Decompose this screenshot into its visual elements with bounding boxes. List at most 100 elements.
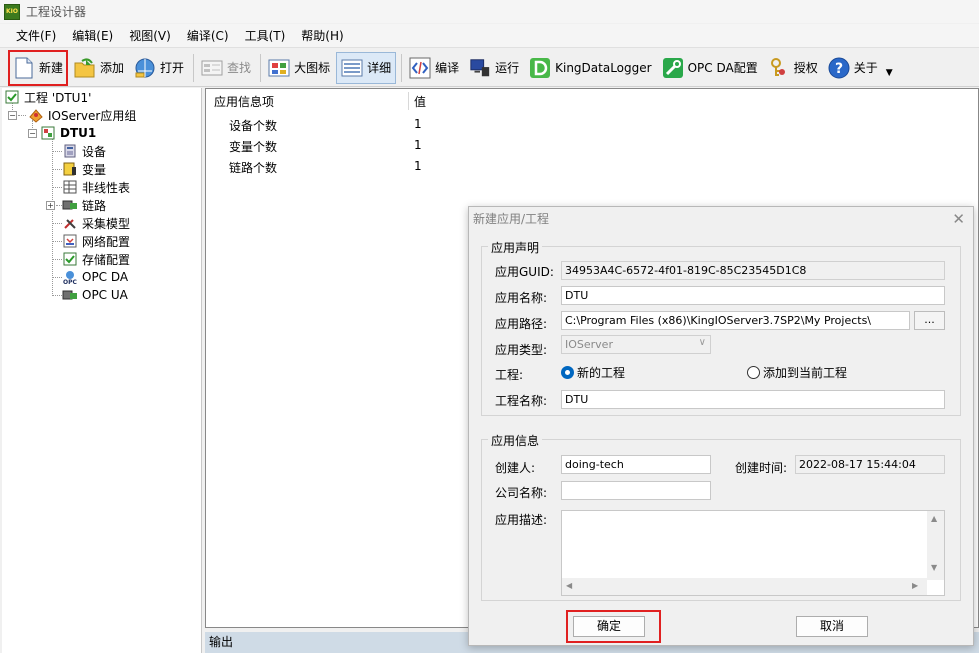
radio-add-to-project[interactable]: 添加到当前工程: [747, 364, 847, 381]
guid-field[interactable]: 34953A4C-6572-4f01-819C-85C23545D1C8: [561, 261, 945, 280]
large-icons-icon: [268, 57, 290, 79]
info-row-name: 链路个数: [229, 161, 278, 175]
tree-item-collection-model[interactable]: 采集模型: [52, 214, 130, 232]
collapse-icon[interactable]: −: [8, 110, 17, 120]
tree-item-label: 变量: [82, 162, 107, 177]
toolbar-separator: [260, 53, 262, 82]
project-tree: 工程 'DTU1' − IOServer应用组 − DTU1 设备 变量 非线性…: [2, 88, 202, 653]
tree-item-device[interactable]: 设备: [52, 142, 106, 160]
tree-project[interactable]: 工程 'DTU1': [4, 88, 91, 106]
project-name-label: 工程名称:: [495, 394, 548, 408]
menu-tools[interactable]: 工具(T): [237, 24, 294, 48]
close-icon[interactable]: ✕: [952, 210, 965, 228]
app-path-input[interactable]: C:\Program Files (x86)\KingIOServer3.7SP…: [561, 311, 910, 330]
info-header-name[interactable]: 应用信息项: [214, 93, 274, 113]
scroll-down-icon[interactable]: ▼: [931, 563, 937, 572]
scroll-right-icon[interactable]: ▶: [912, 581, 918, 590]
column-divider[interactable]: [408, 92, 409, 110]
scroll-left-icon[interactable]: ◀: [566, 581, 572, 590]
new-app-dialog: 新建应用/工程 ✕ 应用声明 应用GUID: 34953A4C-6572-4f0…: [468, 206, 974, 646]
created-time-label: 创建时间:: [735, 461, 788, 475]
details-list-icon: [341, 57, 363, 79]
opc-icon: OPC: [62, 269, 78, 285]
description-textarea[interactable]: ▲ ▼ ◀ ▶: [561, 510, 945, 596]
run-button[interactable]: 运行: [465, 52, 523, 84]
open-button[interactable]: 打开: [130, 52, 188, 84]
find-button[interactable]: 查找: [197, 52, 255, 84]
tree-item-label: 存储配置: [82, 252, 131, 267]
tree-group[interactable]: − IOServer应用组: [8, 106, 136, 124]
new-button[interactable]: 新建: [8, 49, 69, 86]
add-button[interactable]: 添加: [70, 52, 128, 84]
dialog-title: 新建应用/工程: [473, 212, 550, 226]
storage-check-icon: [62, 251, 78, 267]
company-input[interactable]: [561, 481, 711, 500]
ok-button[interactable]: 确定: [573, 616, 645, 637]
about-button[interactable]: ? 关于: [824, 52, 882, 84]
chevron-down-icon: ∨: [698, 337, 706, 348]
tree-item-opc-ua[interactable]: OPC UA: [52, 286, 128, 304]
find-label: 查找: [227, 61, 252, 75]
authorize-label: 授权: [793, 61, 818, 75]
tree-app-label: DTU1: [60, 126, 97, 140]
tree-item-label: 采集模型: [82, 216, 131, 231]
tree-item-label: 设备: [82, 144, 107, 159]
radio-new-project[interactable]: 新的工程: [561, 364, 625, 381]
tree-item-label: OPC DA: [82, 270, 129, 284]
tree-item-opc-da[interactable]: OPC OPC DA: [52, 268, 128, 286]
svg-text:?: ?: [835, 61, 843, 77]
menu-file[interactable]: 文件(F): [8, 24, 64, 48]
tree-item-storage-config[interactable]: 存储配置: [52, 250, 130, 268]
tree-item-label: 网络配置: [82, 234, 131, 249]
kingdatalogger-button[interactable]: KingDataLogger: [525, 52, 655, 84]
toolbar-overflow-icon[interactable]: ▼: [886, 68, 893, 78]
app-type-select[interactable]: IOServer ∨: [561, 335, 711, 354]
tree-item-label: 链路: [82, 198, 107, 213]
scroll-up-icon[interactable]: ▲: [931, 514, 937, 523]
menu-edit[interactable]: 编辑(E): [64, 24, 121, 48]
tree-app-dtu1[interactable]: − DTU1: [28, 124, 96, 142]
info-header-value[interactable]: 值: [414, 93, 426, 113]
opc-ua-icon: [62, 287, 78, 303]
authorize-button[interactable]: 授权: [764, 52, 822, 84]
menu-bar: 文件(F) 编辑(E) 视图(V) 编译(C) 工具(T) 帮助(H): [0, 24, 979, 48]
kingdatalogger-label: KingDataLogger: [555, 60, 652, 75]
horizontal-scrollbar[interactable]: ◀ ▶: [562, 578, 927, 595]
vertical-scrollbar[interactable]: ▲ ▼: [927, 511, 944, 580]
guid-label: 应用GUID:: [495, 265, 554, 279]
link-icon: [62, 197, 78, 213]
info-row-value: 1: [414, 159, 422, 173]
tree-group-label: IOServer应用组: [48, 108, 137, 123]
tree-item-label: 非线性表: [82, 180, 131, 195]
info-row-value: 1: [414, 117, 422, 131]
creator-label: 创建人:: [495, 461, 536, 475]
menu-view[interactable]: 视图(V): [121, 24, 179, 48]
tree-item-network-config[interactable]: 网络配置: [52, 232, 130, 250]
collapse-icon[interactable]: −: [28, 128, 37, 138]
app-name-input[interactable]: DTU: [561, 286, 945, 305]
large-icons-button[interactable]: 大图标: [264, 52, 334, 84]
network-icon: [62, 233, 78, 249]
app-logo-icon: KIO: [4, 3, 20, 20]
find-icon: [201, 57, 223, 79]
created-time-field[interactable]: 2022-08-17 15:44:04: [795, 455, 945, 474]
menu-help[interactable]: 帮助(H): [293, 24, 351, 48]
details-button[interactable]: 详细: [336, 51, 397, 84]
expand-icon[interactable]: +: [46, 200, 55, 210]
tree-project-label: 工程 'DTU1': [24, 90, 92, 105]
project-name-input[interactable]: DTU: [561, 390, 945, 409]
radio-new-project-label: 新的工程: [577, 366, 626, 380]
opcda-config-button[interactable]: OPC DA配置: [658, 52, 762, 84]
browse-button[interactable]: ...: [914, 311, 945, 330]
app-module-icon: [40, 125, 56, 141]
tree-item-variable[interactable]: 变量: [52, 160, 106, 178]
cancel-button[interactable]: 取消: [796, 616, 868, 637]
variable-icon: [62, 161, 78, 177]
creator-input[interactable]: doing-tech: [561, 455, 711, 474]
info-row-value: 1: [414, 138, 422, 152]
tree-item-link[interactable]: + 链路: [46, 196, 106, 214]
app-group-icon: [28, 107, 44, 123]
tree-item-nonlinear-table[interactable]: 非线性表: [52, 178, 130, 196]
menu-compile[interactable]: 编译(C): [179, 24, 237, 48]
compile-button[interactable]: 编译: [405, 52, 463, 84]
